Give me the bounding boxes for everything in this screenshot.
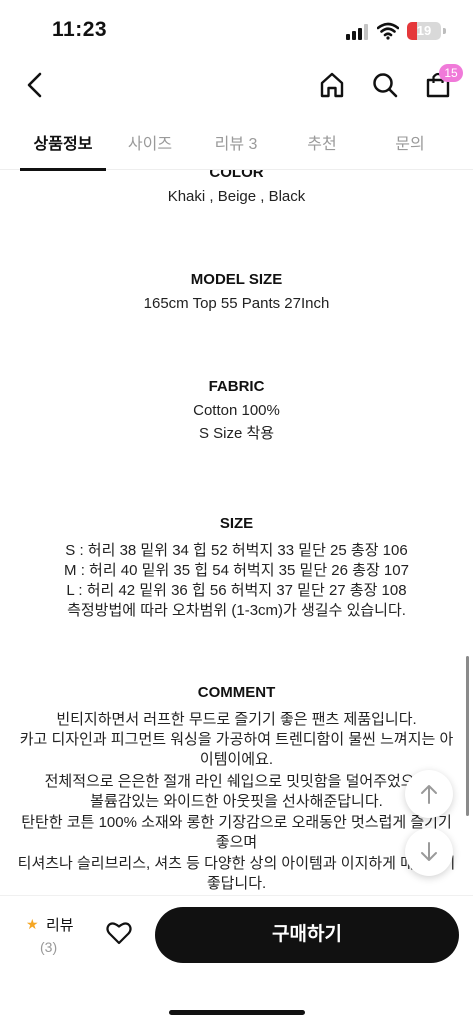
product-details: COLOR Khaki , Beige , Black MODEL SIZE 1…	[0, 170, 473, 895]
comment-line: 티셔츠나 슬리브리스, 셔츠 등 다양한 상의 아이템과 이지하게 매치하기	[17, 855, 456, 872]
star-icon: ★	[26, 916, 39, 932]
comment-line: 좋답니다.	[206, 875, 267, 892]
back-arrow-icon[interactable]	[18, 68, 52, 102]
model-size-value: 165cm Top 55 Pants 27Inch	[143, 295, 330, 312]
comment-line: 빈티지하면서 러프한 무드로 즐기기 좋은 팬츠 제품입니다.	[56, 711, 417, 728]
scroll-up-icon	[421, 785, 437, 804]
status-bar: 11:23 19	[0, 0, 473, 60]
battery-percent: 19	[416, 23, 432, 38]
comment-line: 이템이에요.	[199, 751, 274, 768]
comment-line: 카고 디자인과 피그먼트 워싱을 가공하여 트렌디함이 물씬 느껴지는 아	[19, 731, 454, 748]
tab-size[interactable]: 사이즈	[110, 130, 190, 168]
heart-icon	[106, 922, 132, 945]
app-header: 15	[0, 60, 473, 110]
bottom-action-bar: ★ 리뷰 (3) 구매하기	[0, 895, 473, 1024]
home-icon[interactable]	[315, 68, 349, 102]
size-title: SIZE	[219, 515, 254, 532]
like-button[interactable]	[104, 918, 134, 948]
cart-count-badge: 15	[439, 64, 463, 82]
comment-line: 탄탄한 코튼 100% 소재와 롱한 기장감으로 오래동안 멋스럽게 즐기기	[21, 814, 452, 831]
home-indicator	[169, 1010, 305, 1015]
fabric-title: FABRIC	[208, 378, 265, 395]
comment-line: 좋으며	[215, 834, 258, 851]
size-line: L : 허리 42 밑위 36 힙 56 허벅지 37 밑단 27 총장 108	[66, 582, 407, 599]
scroll-down-icon	[421, 842, 437, 861]
cellular-signal-icon	[346, 24, 370, 40]
tab-product-info[interactable]: 상품정보	[20, 130, 106, 168]
review-count: (3)	[40, 939, 58, 955]
comment-title: COMMENT	[197, 684, 276, 701]
tab-recommend[interactable]: 추천	[282, 130, 362, 168]
buy-button[interactable]: 구매하기	[155, 907, 459, 963]
tab-reviews[interactable]: 리뷰 3	[196, 130, 276, 168]
review-label[interactable]: 리뷰	[46, 914, 74, 935]
fabric-line: S Size 착용	[198, 425, 275, 442]
battery-cap	[443, 28, 446, 34]
scroll-up-button[interactable]	[405, 770, 453, 818]
comment-line: 전체적으로 은은한 절개 라인 쉐입으로 밋밋함을 덜어주었으며	[44, 773, 429, 790]
size-line: 측정방법에 따라 오차범위 (1-3cm)가 생길수 있습니다.	[67, 602, 406, 619]
scroll-down-button[interactable]	[405, 828, 453, 876]
fabric-line: Cotton 100%	[193, 402, 280, 419]
search-icon[interactable]	[368, 68, 402, 102]
scrollbar[interactable]	[466, 656, 469, 816]
status-time: 11:23	[52, 18, 108, 41]
comment-line: 볼륨감있는 와이드한 아웃핏을 선사해준답니다.	[90, 793, 383, 810]
size-line: S : 허리 38 밑위 34 힙 52 허벅지 33 밑단 25 총장 106	[65, 542, 408, 559]
wifi-icon	[376, 22, 400, 40]
product-tabs: 상품정보 사이즈 리뷰 3 추천 문의	[0, 118, 473, 171]
size-line: M : 허리 40 밑위 35 힙 54 허벅지 35 밑단 26 총장 107	[64, 562, 409, 579]
tab-inquiry[interactable]: 문의	[370, 130, 450, 168]
color-title: COLOR	[209, 170, 264, 181]
battery-icon: 19	[407, 22, 441, 40]
color-value: Khaki , Beige , Black	[167, 188, 306, 205]
model-size-title: MODEL SIZE	[190, 271, 283, 288]
